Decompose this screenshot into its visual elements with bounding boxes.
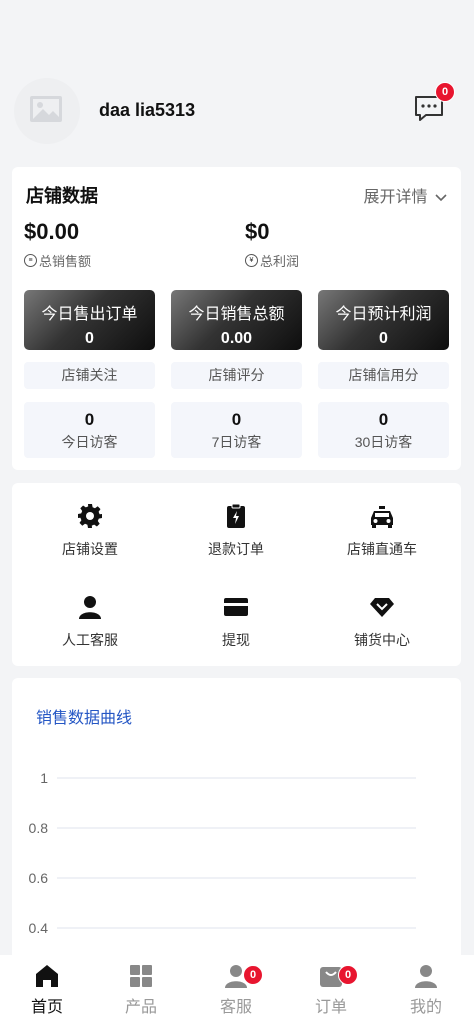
wallet-card-icon: [224, 598, 248, 616]
store-data-title: 店铺数据: [26, 186, 98, 206]
car-icon: [371, 506, 393, 528]
store-follow-tag[interactable]: 店铺关注: [24, 362, 155, 389]
total-profit-value: $0: [245, 219, 270, 244]
message-badge: 0: [435, 82, 455, 102]
visitors-today[interactable]: 0 今日访客: [24, 402, 155, 458]
store-credit-tag[interactable]: 店铺信用分: [318, 362, 449, 389]
nav-support[interactable]: 客服 0: [189, 963, 283, 1017]
menu-customer-service-label: 人工客服: [62, 632, 118, 648]
message-button[interactable]: 0: [413, 82, 455, 124]
user-icon: [415, 965, 437, 988]
today-sales-value: 0.00: [220, 330, 253, 347]
menu-customer-service[interactable]: 人工客服: [15, 594, 165, 650]
total-profit-label: 总利润: [260, 254, 300, 269]
store-rating-tag[interactable]: 店铺评分: [171, 362, 302, 389]
coin-icon: ≡: [24, 254, 37, 267]
today-profit-label: 今日预计利润: [335, 306, 432, 323]
chevron-down-icon: [435, 194, 447, 202]
gear-icon: [78, 504, 102, 528]
refund-clipboard-icon: [227, 503, 245, 528]
home-icon: [36, 965, 58, 987]
nav-products-label: 产品: [124, 999, 157, 1016]
visitors-7day-label: 7日访客: [211, 434, 262, 450]
menu-store-settings-label: 店铺设置: [62, 541, 118, 557]
nav-orders-label: 订单: [314, 999, 347, 1016]
grid-icon: [130, 965, 152, 987]
expand-details-button[interactable]: 展开详情: [364, 183, 447, 207]
menu-withdraw-label: 提现: [222, 632, 250, 648]
chart-title: 销售数据曲线: [36, 710, 133, 727]
menu-withdraw[interactable]: 提现: [161, 594, 311, 650]
visitors-today-value: 0: [84, 410, 95, 429]
diamond-icon: [370, 598, 394, 617]
today-orders-label: 今日售出订单: [41, 306, 138, 323]
y-tick-label: 0.8: [29, 820, 49, 836]
today-profit-box[interactable]: 今日预计利润 0: [318, 290, 449, 350]
menu-refund-orders[interactable]: 退款订单: [161, 503, 311, 559]
total-sales-value: $0.00: [24, 219, 80, 244]
person-icon: [79, 596, 101, 619]
menu-store-express[interactable]: 店铺直通车: [307, 503, 457, 559]
visitors-30day-value: 0: [378, 410, 389, 429]
visitors-30day[interactable]: 0 30日访客: [318, 402, 449, 458]
total-sales-label: 总销售额: [39, 254, 92, 269]
today-profit-value: 0: [379, 330, 388, 347]
menu-distribution-center-label: 铺货中心: [354, 632, 410, 648]
menu-store-express-label: 店铺直通车: [347, 541, 417, 557]
yen-icon: ¥: [245, 254, 258, 267]
visitors-7day[interactable]: 0 7日访客: [171, 402, 302, 458]
sales-chart-card: 销售数据曲线 1 0.8 0.6 0.4: [12, 678, 461, 968]
nav-support-badge: 0: [243, 965, 263, 985]
function-menu-card: 店铺设置 退款订单 店铺直通车 人工客服 提现 铺货中心: [12, 483, 461, 666]
sales-line-chart: 1 0.8 0.6 0.4: [29, 770, 416, 936]
nav-orders-badge: 0: [338, 965, 358, 985]
visitors-30day-label: 30日访客: [354, 434, 413, 450]
y-tick-label: 0.4: [29, 920, 49, 936]
y-tick-label: 1: [40, 770, 48, 786]
bottom-nav: 首页 产品 客服 0 订单 0 我的: [0, 955, 474, 1024]
store-data-card: 店铺数据 展开详情 $0.00 ≡ 总销售额 $0 ¥ 总利润 今日售出订单 0…: [12, 167, 461, 470]
image-placeholder-icon: [30, 96, 62, 122]
y-tick-label: 0.6: [29, 870, 49, 886]
nav-orders[interactable]: 订单 0: [284, 963, 378, 1017]
menu-store-settings[interactable]: 店铺设置: [15, 503, 165, 559]
today-sales-box[interactable]: 今日销售总额 0.00: [171, 290, 302, 350]
menu-distribution-center[interactable]: 铺货中心: [307, 594, 457, 650]
total-sales-label-row: ≡ 总销售额: [24, 251, 91, 270]
expand-details-label: 展开详情: [363, 189, 428, 206]
nav-support-label: 客服: [219, 999, 252, 1016]
visitors-7day-value: 0: [231, 410, 242, 429]
nav-profile[interactable]: 我的: [379, 963, 473, 1017]
menu-refund-orders-label: 退款订单: [208, 541, 264, 557]
nav-products[interactable]: 产品: [94, 963, 188, 1017]
today-sales-label: 今日销售总额: [188, 306, 285, 323]
nav-home-label: 首页: [30, 999, 63, 1016]
username: daa lia5313: [99, 100, 196, 120]
nav-profile-label: 我的: [409, 999, 442, 1016]
nav-home[interactable]: 首页: [0, 963, 94, 1017]
avatar[interactable]: [14, 78, 80, 144]
total-profit-label-row: ¥ 总利润: [245, 251, 299, 270]
today-orders-box[interactable]: 今日售出订单 0: [24, 290, 155, 350]
visitors-today-label: 今日访客: [61, 434, 118, 450]
today-orders-value: 0: [85, 330, 94, 347]
